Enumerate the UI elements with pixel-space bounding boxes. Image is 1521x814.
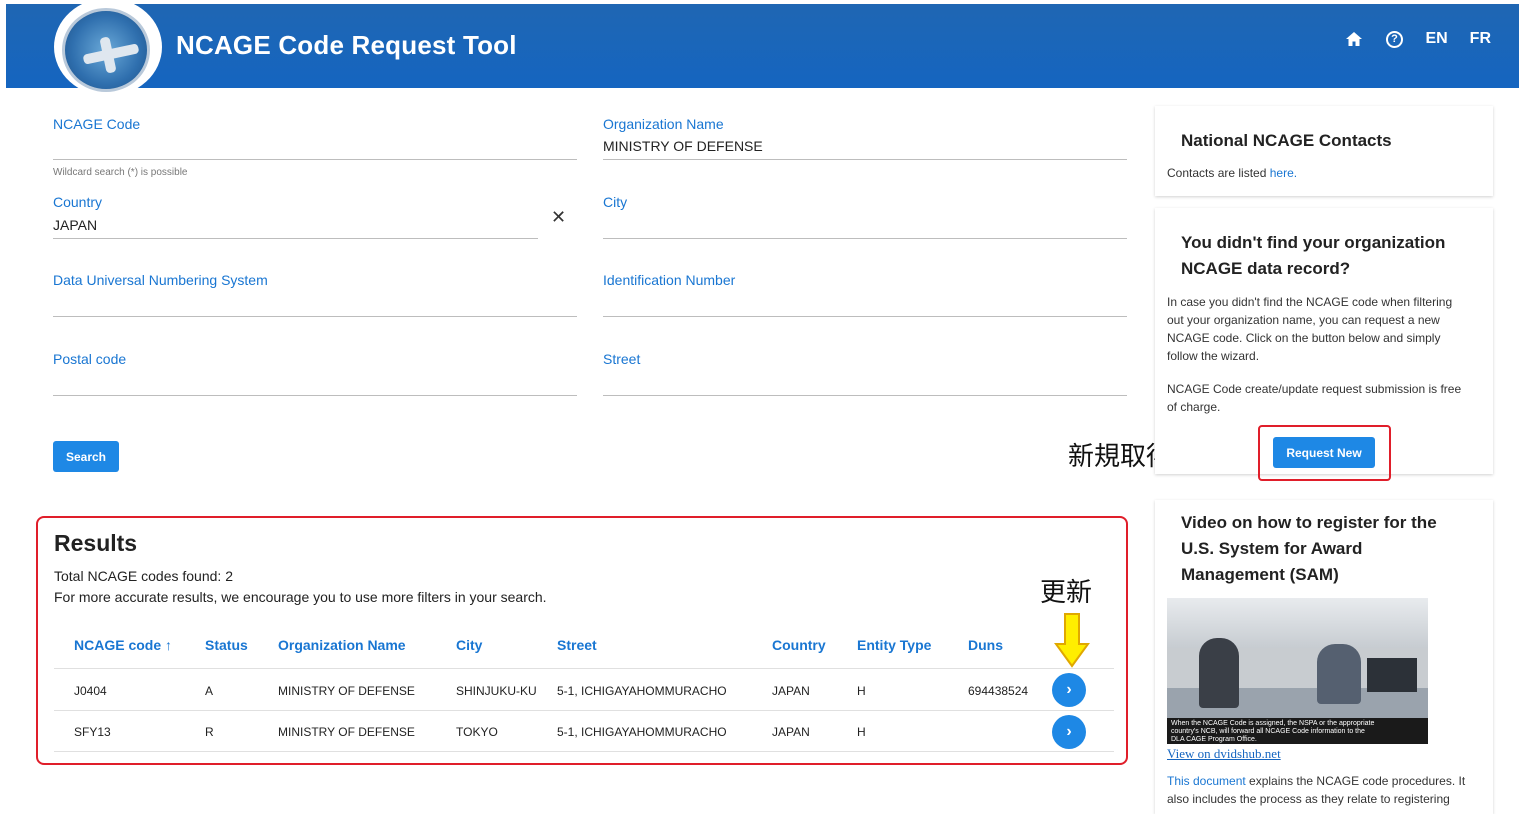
country-value: JAPAN	[53, 217, 98, 233]
video-caption-line: When the NCAGE Code is assigned, the NSP…	[1171, 720, 1375, 727]
postal-code-label: Postal code	[53, 351, 127, 367]
cell-ncage-code: J0404	[74, 684, 107, 698]
header-actions: ? EN FR	[1345, 30, 1491, 48]
video-title-1: Video on how to register for the	[1181, 513, 1437, 532]
person-icon	[1317, 644, 1361, 704]
annotation-update-text: 更新	[1040, 578, 1093, 608]
cell-city: TOKYO	[456, 725, 498, 739]
language-en-link[interactable]: EN	[1425, 30, 1447, 48]
document-text-2: also includes the process as they relate…	[1167, 792, 1450, 806]
language-fr-link[interactable]: FR	[1470, 30, 1491, 48]
duns-field[interactable]: Data Universal Numbering System	[53, 272, 577, 317]
cell-street: 5-1, ICHIGAYAHOMMURACHO	[557, 725, 727, 739]
country-label: Country	[53, 194, 103, 210]
ncage-logo[interactable]	[54, 0, 162, 96]
app-title: NCAGE Code Request Tool	[176, 30, 517, 60]
column-header-street[interactable]: Street	[557, 637, 597, 653]
organization-name-label: Organization Name	[603, 116, 724, 132]
national-contacts-card: National NCAGE Contacts Contacts are lis…	[1155, 106, 1493, 196]
document-text: explains the NCAGE code procedures. It	[1245, 774, 1466, 788]
cell-duns: 694438524	[968, 684, 1029, 698]
identification-number-field[interactable]: Identification Number	[603, 272, 1127, 317]
not-found-p1-2: out your organization name, you can requ…	[1167, 313, 1440, 327]
video-caption-line: country's NCB, will forward all NCAGE Co…	[1171, 728, 1365, 735]
table-divider	[54, 668, 1114, 669]
organization-name-field[interactable]: Organization Name MINISTRY OF DEFENSE	[603, 116, 1127, 160]
cell-entity-type: H	[857, 725, 866, 739]
cell-organization-name: MINISTRY OF DEFENSE	[278, 684, 415, 698]
monitor-icon	[1367, 658, 1417, 692]
not-found-p1-3: NCAGE code. Click on the button below an…	[1167, 331, 1441, 345]
cell-ncage-code: SFY13	[74, 725, 111, 739]
street-label: Street	[603, 351, 641, 367]
video-title-3: Management (SAM)	[1181, 565, 1339, 584]
column-header-status[interactable]: Status	[205, 637, 248, 653]
home-icon[interactable]	[1345, 30, 1363, 48]
cell-status: R	[205, 725, 214, 739]
not-found-title-1: You didn't find your organization	[1181, 233, 1446, 252]
organization-name-value: MINISTRY OF DEFENSE	[603, 138, 763, 154]
identification-number-label: Identification Number	[603, 272, 736, 288]
city-label: City	[603, 194, 628, 210]
column-header-country[interactable]: Country	[772, 637, 826, 653]
video-card: Video on how to register for the U.S. Sy…	[1155, 500, 1493, 814]
ncage-code-field[interactable]: NCAGE Code	[53, 116, 577, 160]
wildcard-hint: Wildcard search (*) is possible	[53, 167, 188, 178]
contacts-text: Contacts are listed	[1167, 166, 1270, 180]
column-header-city[interactable]: City	[456, 637, 482, 653]
duns-label: Data Universal Numbering System	[53, 272, 268, 288]
not-found-p2-2: of charge.	[1167, 400, 1221, 414]
cell-city: SHINJUKU-KU	[456, 684, 537, 698]
ncage-code-label: NCAGE Code	[53, 116, 141, 132]
video-title-2: U.S. System for Award	[1181, 539, 1363, 558]
video-caption-line: DLA CAGE Program Office.	[1171, 736, 1257, 743]
column-header-duns[interactable]: Duns	[968, 637, 1003, 653]
request-new-button[interactable]: Request New	[1273, 437, 1375, 468]
cell-country: JAPAN	[772, 684, 810, 698]
country-field[interactable]: Country JAPAN	[53, 194, 538, 239]
national-contacts-text: Contacts are listed here.	[1167, 164, 1297, 182]
document-text-1: This document explains the NCAGE code pr…	[1167, 772, 1465, 790]
search-button[interactable]: Search	[53, 441, 119, 472]
not-found-p2-1: NCAGE Code create/update request submiss…	[1167, 382, 1462, 396]
document-link[interactable]: This document	[1167, 774, 1246, 788]
column-header-organization-name[interactable]: Organization Name	[278, 637, 406, 653]
street-field[interactable]: Street	[603, 351, 1127, 396]
not-found-p1-4: follow the wizard.	[1167, 349, 1260, 363]
cell-organization-name: MINISTRY OF DEFENSE	[278, 725, 415, 739]
results-panel: Results Total NCAGE codes found: 2 For m…	[36, 516, 1128, 765]
column-header-entity-type[interactable]: Entity Type	[857, 637, 931, 653]
app-header: NCAGE Code Request Tool ? EN FR	[6, 0, 1519, 96]
table-divider	[54, 751, 1114, 752]
logo-emblem-icon	[62, 8, 150, 92]
cell-entity-type: H	[857, 684, 866, 698]
city-field[interactable]: City	[603, 194, 1127, 239]
help-icon[interactable]: ?	[1385, 30, 1403, 48]
column-header-ncage-code[interactable]: NCAGE code ↑	[74, 637, 172, 653]
row-open-button[interactable]: ›	[1052, 715, 1086, 749]
not-found-title-2: NCAGE data record?	[1181, 259, 1351, 278]
contacts-here-link[interactable]: here.	[1270, 166, 1297, 180]
arrow-down-icon	[1054, 613, 1090, 668]
video-thumbnail[interactable]: When the NCAGE Code is assigned, the NSP…	[1167, 598, 1428, 744]
results-count: Total NCAGE codes found: 2	[54, 568, 233, 584]
table-divider	[54, 710, 1114, 711]
person-icon	[1199, 638, 1239, 708]
dvidshub-link[interactable]: View on dvidshub.net	[1167, 746, 1281, 762]
cell-status: A	[205, 684, 214, 698]
results-title: Results	[54, 530, 138, 556]
video-caption: When the NCAGE Code is assigned, the NSP…	[1167, 718, 1428, 744]
national-contacts-title: National NCAGE Contacts	[1181, 131, 1392, 150]
cell-street: 5-1, ICHIGAYAHOMMURACHO	[557, 684, 727, 698]
clear-country-icon[interactable]: ✕	[551, 207, 566, 228]
not-found-p1-1: In case you didn't find the NCAGE code w…	[1167, 295, 1453, 309]
cell-country: JAPAN	[772, 725, 810, 739]
row-open-button[interactable]: ›	[1052, 673, 1086, 707]
results-tip: For more accurate results, we encourage …	[54, 589, 547, 605]
postal-code-field[interactable]: Postal code	[53, 351, 577, 396]
